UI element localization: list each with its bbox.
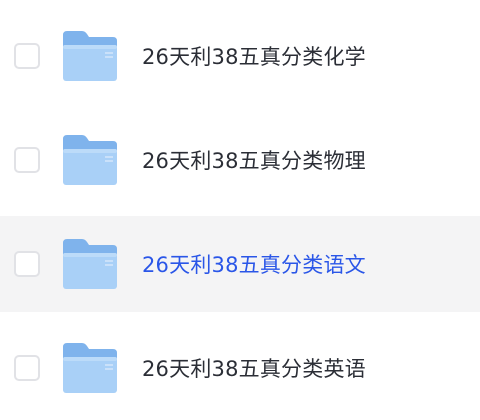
folder-icon (63, 135, 117, 185)
file-checkbox[interactable] (14, 43, 40, 69)
file-row[interactable]: 26天利38五真分类物理 (0, 112, 480, 208)
file-list: 26天利38五真分类化学 26天利38五真分类物理 26天利38五真分类语文 2… (0, 0, 480, 420)
file-checkbox[interactable] (14, 147, 40, 173)
file-name[interactable]: 26天利38五真分类语文 (142, 249, 366, 279)
file-checkbox[interactable] (14, 251, 40, 277)
file-name[interactable]: 26天利38五真分类英语 (142, 353, 366, 383)
folder-icon (63, 343, 117, 393)
file-row[interactable]: 26天利38五真分类化学 (0, 8, 480, 104)
folder-icon (63, 239, 117, 289)
file-row[interactable]: 26天利38五真分类英语 (0, 320, 480, 416)
file-name[interactable]: 26天利38五真分类物理 (142, 145, 366, 175)
file-name[interactable]: 26天利38五真分类化学 (142, 41, 366, 71)
folder-icon (63, 31, 117, 81)
file-checkbox[interactable] (14, 355, 40, 381)
file-row[interactable]: 26天利38五真分类语文 (0, 216, 480, 312)
